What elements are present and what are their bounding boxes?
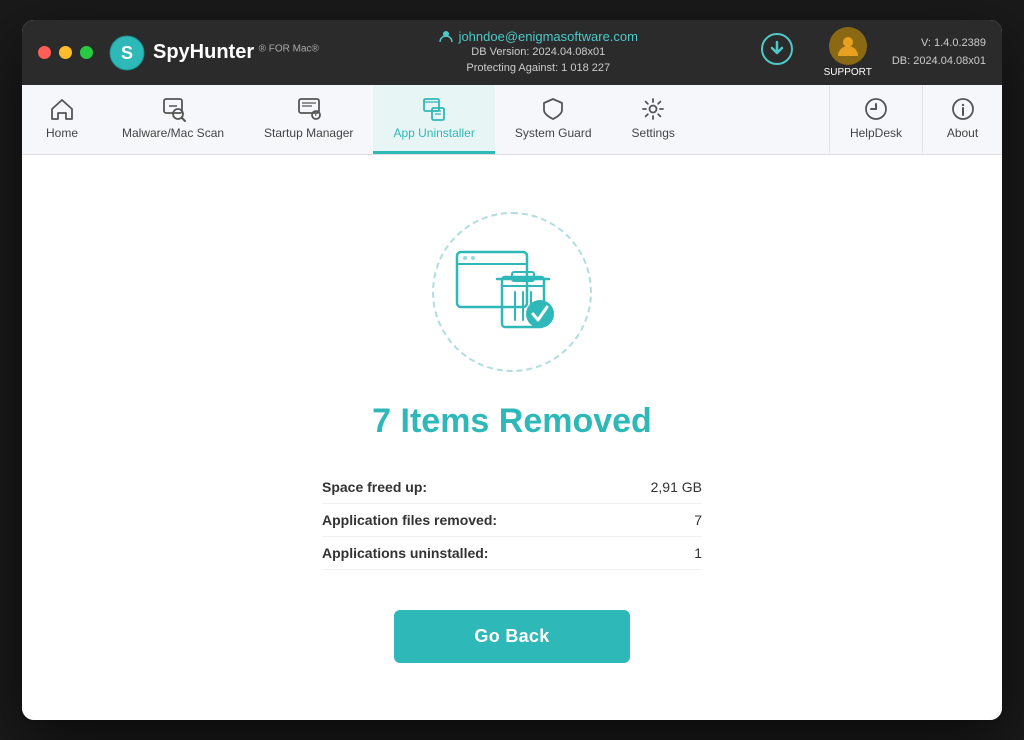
nav-systemguard-label: System Guard [515,126,592,140]
result-icon-wrapper [432,212,592,372]
support-label: SUPPORT [824,67,872,78]
user-info: johndoe@enigmasoftware.com [439,29,638,44]
settings-icon [640,96,666,122]
app-uninstaller-icon [421,96,447,122]
nav-startup-manager[interactable]: Startup Manager [244,85,373,154]
titlebar-right: SUPPORT V: 1.4.0.2389 DB: 2024.04.08x01 [758,27,986,78]
nav-home-label: Home [46,126,78,140]
logo-area: S SpyHunter ® FOR Mac® [109,35,319,71]
window-controls [38,46,93,59]
files-removed-value: 7 [694,512,702,528]
startup-manager-icon [296,96,322,122]
support-avatar [829,27,867,65]
stats-row-files: Application files removed: 7 [322,504,702,537]
nav-right: HelpDesk About [829,85,1002,154]
db-info: DB Version: 2024.04.08x01 Protecting Aga… [466,44,610,77]
apps-uninstalled-value: 1 [694,545,702,561]
svg-text:S: S [121,43,133,63]
download-icon[interactable] [758,30,796,75]
nav-helpdesk[interactable]: HelpDesk [829,85,922,154]
nav-appuninstall-label: App Uninstaller [393,126,474,140]
navbar: Home Malware/Mac Scan Startup Manager [22,85,1002,155]
malware-scan-icon [160,96,186,122]
space-freed-value: 2,91 GB [651,479,702,495]
maximize-button[interactable] [80,46,93,59]
nav-settings[interactable]: Settings [612,85,695,154]
minimize-button[interactable] [59,46,72,59]
nav-malware-label: Malware/Mac Scan [122,126,224,140]
close-button[interactable] [38,46,51,59]
logo-text: SpyHunter ® FOR Mac® [153,41,319,64]
system-guard-icon [540,96,566,122]
space-freed-label: Space freed up: [322,479,427,495]
nav-home[interactable]: Home [22,85,102,154]
stats-table: Space freed up: 2,91 GB Application file… [322,471,702,570]
about-icon [950,96,976,122]
uninstall-complete-icon [452,242,572,342]
nav-helpdesk-label: HelpDesk [850,126,902,140]
nav-about-label: About [947,126,978,140]
stats-row-apps: Applications uninstalled: 1 [322,537,702,570]
nav-settings-label: Settings [632,126,675,140]
user-email: johndoe@enigmasoftware.com [459,29,638,44]
logo-icon: S [109,35,145,71]
app-window: S SpyHunter ® FOR Mac® johndoe@enigmasof… [22,20,1002,720]
result-heading: 7 Items Removed [372,402,652,441]
nav-malware-scan[interactable]: Malware/Mac Scan [102,85,244,154]
apps-uninstalled-label: Applications uninstalled: [322,545,488,561]
nav-about[interactable]: About [922,85,1002,154]
titlebar-center: johndoe@enigmasoftware.com DB Version: 2… [439,29,638,77]
go-back-button[interactable]: Go Back [394,610,629,663]
home-icon [49,96,75,122]
nav-system-guard[interactable]: System Guard [495,85,612,154]
user-icon [439,29,453,43]
version-info: V: 1.4.0.2389 DB: 2024.04.08x01 [892,35,986,70]
nav-startup-label: Startup Manager [264,126,353,140]
titlebar: S SpyHunter ® FOR Mac® johndoe@enigmasof… [22,20,1002,85]
nav-app-uninstaller[interactable]: App Uninstaller [373,85,494,154]
main-content: 7 Items Removed Space freed up: 2,91 GB … [22,155,1002,720]
stats-row-space: Space freed up: 2,91 GB [322,471,702,504]
files-removed-label: Application files removed: [322,512,497,528]
helpdesk-icon [863,96,889,122]
support-button[interactable]: SUPPORT [824,27,872,78]
